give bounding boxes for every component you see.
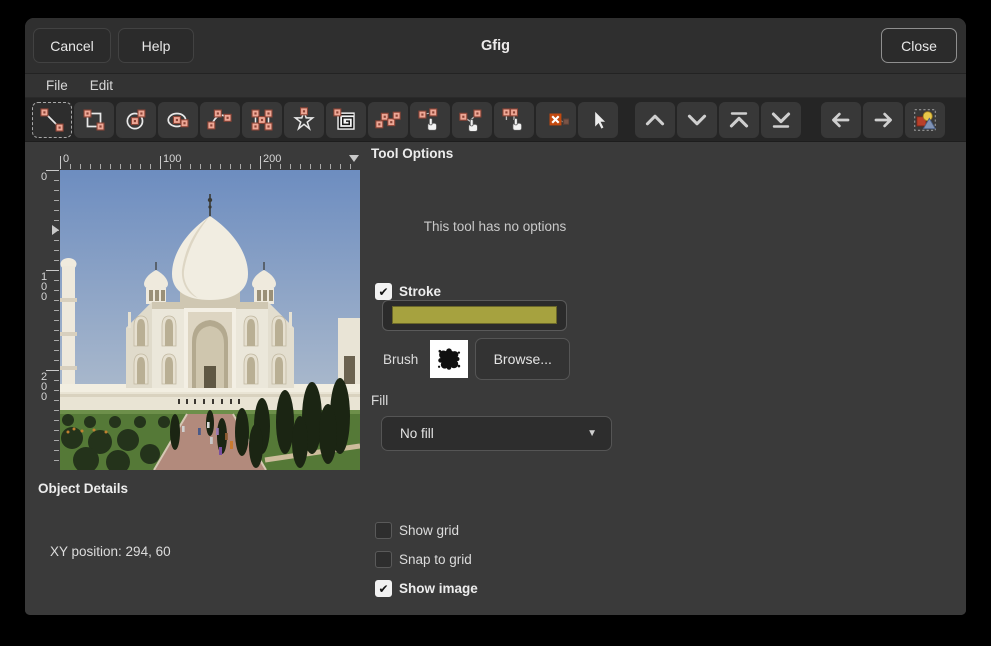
top-object-button[interactable] — [719, 102, 759, 138]
tool-bezier-button[interactable] — [368, 102, 408, 138]
tool-line-button[interactable] — [32, 102, 72, 138]
fill-dropdown[interactable]: No fill ▼ — [381, 416, 612, 451]
tool-select-object-button[interactable] — [578, 102, 618, 138]
show-image-checkbox[interactable]: ✔ — [375, 580, 392, 597]
show-all-objects-button[interactable] — [905, 102, 945, 138]
no-options-message: This tool has no options — [355, 219, 635, 234]
titlebar: Cancel Help Gfig Close — [25, 18, 966, 74]
chevron-down-icon — [684, 107, 710, 133]
show-image-row: ✔ Show image — [375, 580, 478, 597]
toolbar — [25, 98, 966, 142]
ellipse-icon — [165, 107, 191, 133]
snap-to-grid-row: ✔ Snap to grid — [375, 551, 472, 568]
stroke-checkbox-row: ✔ Stroke — [375, 283, 441, 300]
copy-object-icon — [501, 107, 527, 133]
vertical-ruler: 0 100 200 — [38, 170, 60, 470]
tool-polygon-button[interactable] — [242, 102, 282, 138]
h-ruler-label-200: 200 — [263, 153, 281, 165]
star-icon — [291, 107, 317, 133]
browse-button[interactable]: Browse... — [475, 338, 570, 380]
stroke-label: Stroke — [399, 284, 441, 299]
tool-copy-object-button[interactable] — [494, 102, 534, 138]
object-details-title: Object Details — [38, 481, 128, 496]
rectangle-icon — [81, 107, 107, 133]
h-ruler-ticks — [60, 164, 360, 169]
brush-row: Brush Browse... — [383, 338, 570, 380]
cancel-button[interactable]: Cancel — [33, 28, 111, 63]
chevron-up-icon — [642, 107, 668, 133]
v-ruler-position-marker — [52, 225, 59, 235]
show-image-label: Show image — [399, 581, 478, 596]
drawing-canvas[interactable] — [60, 170, 360, 470]
snap-to-grid-label: Snap to grid — [399, 552, 472, 567]
arrow-left-icon — [828, 107, 854, 133]
dropdown-arrow-icon: ▼ — [587, 428, 597, 439]
tool-options-title: Tool Options — [371, 146, 453, 161]
v-ruler-label-200: 200 — [41, 372, 49, 402]
circle-icon — [123, 107, 149, 133]
menu-edit[interactable]: Edit — [81, 77, 122, 94]
stroke-color-button[interactable] — [382, 300, 567, 331]
show-grid-label: Show grid — [399, 523, 459, 538]
move-point-icon — [459, 107, 485, 133]
close-button[interactable]: Close — [881, 28, 957, 63]
spiral-icon — [333, 107, 359, 133]
shapes-icon — [912, 107, 938, 133]
taj-mahal-photo — [60, 170, 360, 470]
h-ruler-position-marker — [349, 155, 359, 162]
stroke-color-swatch — [392, 306, 557, 324]
snap-to-grid-checkbox[interactable]: ✔ — [375, 551, 392, 568]
delete-object-icon — [543, 107, 569, 133]
chevron-down-bar-icon — [768, 107, 794, 133]
h-ruler-label-100: 100 — [163, 153, 181, 165]
menubar: File Edit — [25, 74, 966, 98]
brush-label: Brush — [383, 352, 418, 367]
bottom-object-button[interactable] — [761, 102, 801, 138]
line-icon — [39, 107, 65, 133]
tool-move-object-button[interactable] — [410, 102, 450, 138]
brush-blob-icon — [432, 342, 466, 376]
forward-button[interactable] — [863, 102, 903, 138]
tool-circle-button[interactable] — [116, 102, 156, 138]
tool-arc-button[interactable] — [200, 102, 240, 138]
raise-object-button[interactable] — [635, 102, 675, 138]
main-content: 0 100 200 0 100 200 — [25, 142, 966, 615]
gfig-dialog: Cancel Help Gfig Close File Edit — [25, 18, 966, 615]
tool-spiral-button[interactable] — [326, 102, 366, 138]
lower-object-button[interactable] — [677, 102, 717, 138]
tool-rectangle-button[interactable] — [74, 102, 114, 138]
stroke-checkbox[interactable]: ✔ — [375, 283, 392, 300]
fill-label: Fill — [371, 393, 388, 408]
bezier-icon — [375, 107, 401, 133]
show-grid-row: ✔ Show grid — [375, 522, 459, 539]
fill-dropdown-value: No fill — [400, 426, 434, 441]
brush-preview[interactable] — [430, 340, 468, 378]
arrow-right-icon — [870, 107, 896, 133]
xy-position: XY position: 294, 60 — [50, 544, 171, 559]
horizontal-ruler: 0 100 200 — [60, 154, 360, 170]
help-button[interactable]: Help — [118, 28, 194, 63]
chevron-up-bar-icon — [726, 107, 752, 133]
tool-ellipse-button[interactable] — [158, 102, 198, 138]
move-object-icon — [417, 107, 443, 133]
select-arrow-icon — [585, 107, 611, 133]
v-ruler-label-0: 0 — [41, 172, 49, 182]
tool-star-button[interactable] — [284, 102, 324, 138]
show-grid-checkbox[interactable]: ✔ — [375, 522, 392, 539]
menu-file[interactable]: File — [37, 77, 77, 94]
polygon-icon — [249, 107, 275, 133]
v-ruler-label-100: 100 — [41, 272, 49, 302]
v-ruler-ticks — [54, 170, 59, 470]
tool-delete-object-button[interactable] — [536, 102, 576, 138]
tool-move-point-button[interactable] — [452, 102, 492, 138]
h-ruler-label-0: 0 — [63, 153, 69, 165]
back-button[interactable] — [821, 102, 861, 138]
arc-icon — [207, 107, 233, 133]
